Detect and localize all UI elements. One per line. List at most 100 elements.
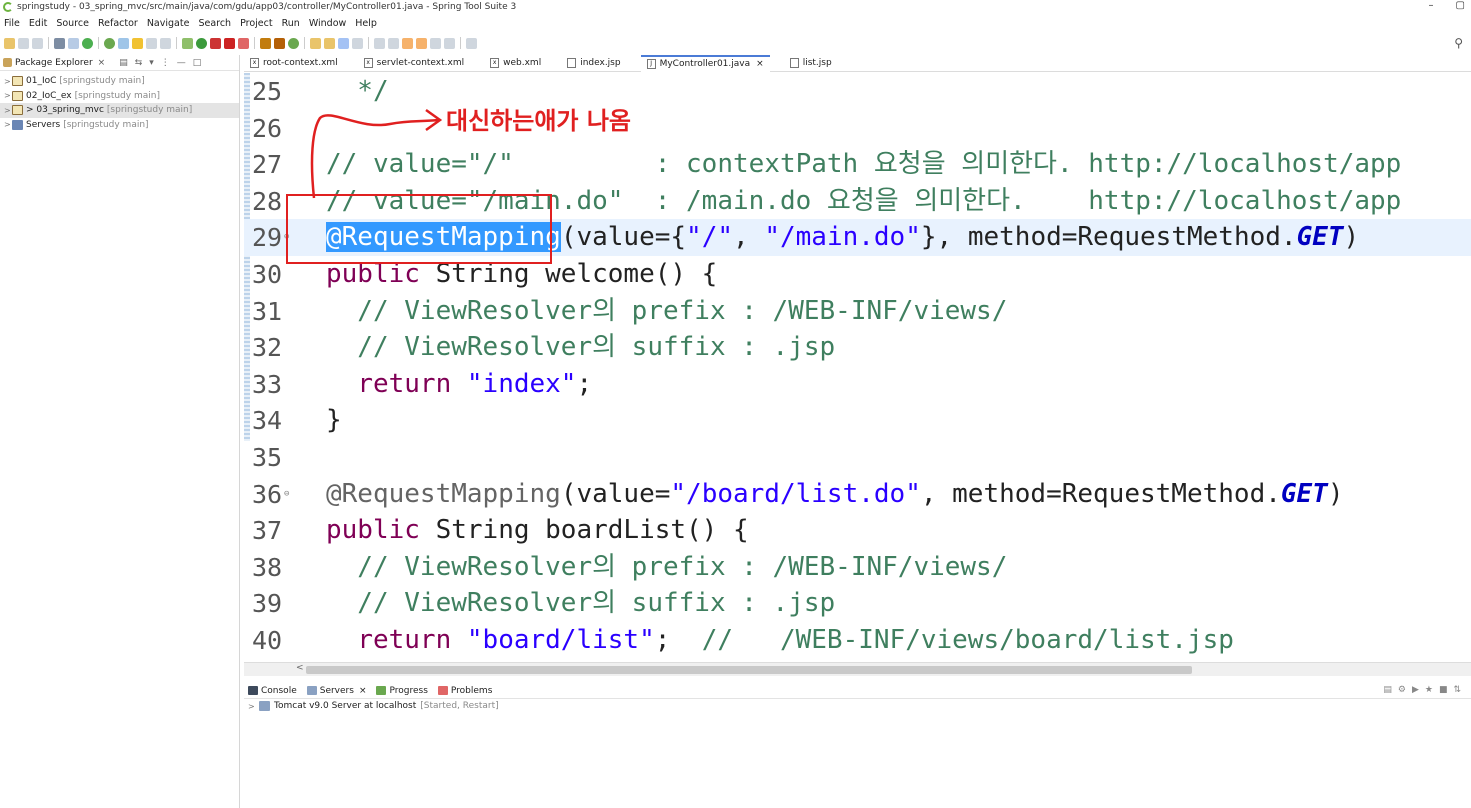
toggle-icon[interactable] [68,37,79,49]
menu-navigate[interactable]: Navigate [147,18,190,29]
menu-run[interactable]: Run [282,18,300,29]
code-text: return "index"; [326,366,592,403]
tab-mycontroller01-java[interactable]: J MyController01.java × [640,54,770,72]
tree-item-servers[interactable]: > Servers [springstudy main] [0,118,239,133]
link-icon[interactable] [118,37,129,49]
search-tool-icon[interactable] [338,37,349,49]
close-icon[interactable]: × [98,58,106,68]
tab-index-jsp[interactable]: index.jsp [561,55,626,72]
new-package-icon[interactable] [274,37,285,49]
save-icon[interactable] [18,37,29,49]
scrollbar-thumb[interactable] [306,666,1192,674]
scroll-left-icon[interactable]: < [296,663,304,673]
stop-server-icon[interactable]: ■ [1439,685,1448,695]
package-explorer-tab[interactable]: Package Explorer × ▤ ⇆ ▾ ⋮ — □ [0,55,239,71]
line-number: 36 [252,479,283,509]
external-tools-icon[interactable] [210,37,221,49]
nav-forward-icon[interactable] [444,37,455,49]
menu-project[interactable]: Project [240,18,273,29]
maximize-view-icon[interactable]: □ [193,58,202,68]
menu-search[interactable]: Search [198,18,231,29]
next-annotation-icon[interactable] [374,37,385,49]
code-token: return [357,625,452,655]
code-line[interactable]: 32 // ViewResolver의 suffix : .jsp [244,329,1471,366]
server-icon[interactable] [238,37,249,49]
server-name: Tomcat v9.0 Server at localhost [274,701,417,711]
debug-icon[interactable] [182,37,193,49]
spring-boot-icon[interactable] [82,37,93,49]
code-line[interactable]: 36 ⊖ @RequestMapping(value="/board/list.do… [244,476,1471,513]
menu-file[interactable]: File [4,18,20,29]
code-line[interactable]: 40 return "board/list"; // /WEB-INF/view… [244,622,1471,659]
minimize-button[interactable]: – [1429,0,1434,11]
tab-servlet-context-xml[interactable]: x servlet-context.xml [358,55,470,72]
profile-server-icon[interactable]: ★ [1425,685,1433,695]
minimize-view-icon[interactable]: — [177,58,186,68]
collapse-all-icon[interactable]: ▤ [119,58,128,68]
code-line[interactable]: 38 // ViewResolver의 prefix : /WEB-INF/vi… [244,549,1471,586]
block-selection-icon[interactable] [146,37,157,49]
new-icon[interactable] [4,37,15,49]
nav-back-icon[interactable] [430,37,441,49]
tab-servers[interactable]: Servers × [306,686,367,696]
open-perspective-icon[interactable] [466,37,477,49]
back-icon[interactable] [402,37,413,49]
forward-icon[interactable] [416,37,427,49]
menu-refactor[interactable]: Refactor [98,18,138,29]
new-java-project-icon[interactable] [260,37,271,49]
package-explorer-panel: Package Explorer × ▤ ⇆ ▾ ⋮ — □ > 01_IoC … [0,55,240,808]
code-line[interactable]: 33 return "index"; [244,366,1471,403]
tab-web-xml[interactable]: x web.xml [484,55,547,72]
collapse-icon[interactable]: ▤ [1383,685,1392,695]
expand-arrow-icon[interactable]: > [248,702,259,711]
stop-icon[interactable] [224,37,235,49]
open-type-icon[interactable] [310,37,321,49]
highlight-icon[interactable] [132,37,143,49]
pin-icon[interactable] [352,37,363,49]
save-all-icon[interactable] [32,37,43,49]
code-line[interactable]: 35 [244,439,1471,476]
tab-console[interactable]: Console [248,686,297,696]
close-tab-icon[interactable]: × [359,686,367,696]
filter-icon[interactable]: ▾ [149,58,154,68]
menu-help[interactable]: Help [355,18,377,29]
code-line[interactable]: 31 // ViewResolver의 prefix : /WEB-INF/vi… [244,293,1471,330]
code-line[interactable]: 37 public String boardList() { [244,512,1471,549]
start-server-icon[interactable]: ▶ [1412,685,1419,695]
maximize-button[interactable]: ▢ [1456,0,1465,11]
debug-server-icon[interactable]: ⚙ [1398,685,1406,695]
expand-arrow-icon[interactable]: > [4,77,12,86]
search-icon[interactable]: ⚲ [1454,36,1463,50]
jsp-file-icon [789,58,799,68]
refresh-icon[interactable] [104,37,115,49]
link-editor-icon[interactable]: ⇆ [135,58,143,68]
tree-item-03-spring-mvc[interactable]: > > 03_spring_mvc [springstudy main] [0,103,239,118]
tree-item-01-ioc[interactable]: > 01_IoC [springstudy main] [0,74,239,89]
code-line[interactable]: 39 // ViewResolver의 suffix : .jsp [244,585,1471,622]
terminal-icon[interactable] [54,37,65,49]
tree-item-02-ioc-ex[interactable]: > 02_IoC_ex [springstudy main] [0,89,239,104]
close-tab-icon[interactable]: × [756,59,764,69]
menu-source[interactable]: Source [56,18,89,29]
editor-horizontal-scrollbar[interactable]: < [244,662,1471,676]
tab-progress[interactable]: Progress [376,686,428,696]
view-menu-icon[interactable]: ⋮ [161,58,170,68]
open-resource-icon[interactable] [324,37,335,49]
tab-list-jsp[interactable]: list.jsp [784,55,838,72]
fold-icon[interactable]: ⊖ [284,476,289,513]
tab-problems[interactable]: Problems [437,686,492,696]
menu-window[interactable]: Window [309,18,346,29]
menu-edit[interactable]: Edit [29,18,47,29]
tab-root-context-xml[interactable]: x root-context.xml [244,55,344,72]
show-whitespace-icon[interactable] [160,37,171,49]
expand-arrow-icon[interactable]: > [4,120,12,129]
new-class-icon[interactable] [288,37,299,49]
expand-arrow-icon[interactable]: > [4,106,12,115]
code-line[interactable]: 34} [244,402,1471,439]
previous-annotation-icon[interactable] [388,37,399,49]
publish-icon[interactable]: ⇅ [1453,685,1461,695]
run-icon[interactable] [196,37,207,49]
expand-arrow-icon[interactable]: > [4,91,12,100]
tab-label: list.jsp [802,58,832,68]
server-entry-tomcat[interactable]: > Tomcat v9.0 Server at localhost [Start… [248,701,499,711]
